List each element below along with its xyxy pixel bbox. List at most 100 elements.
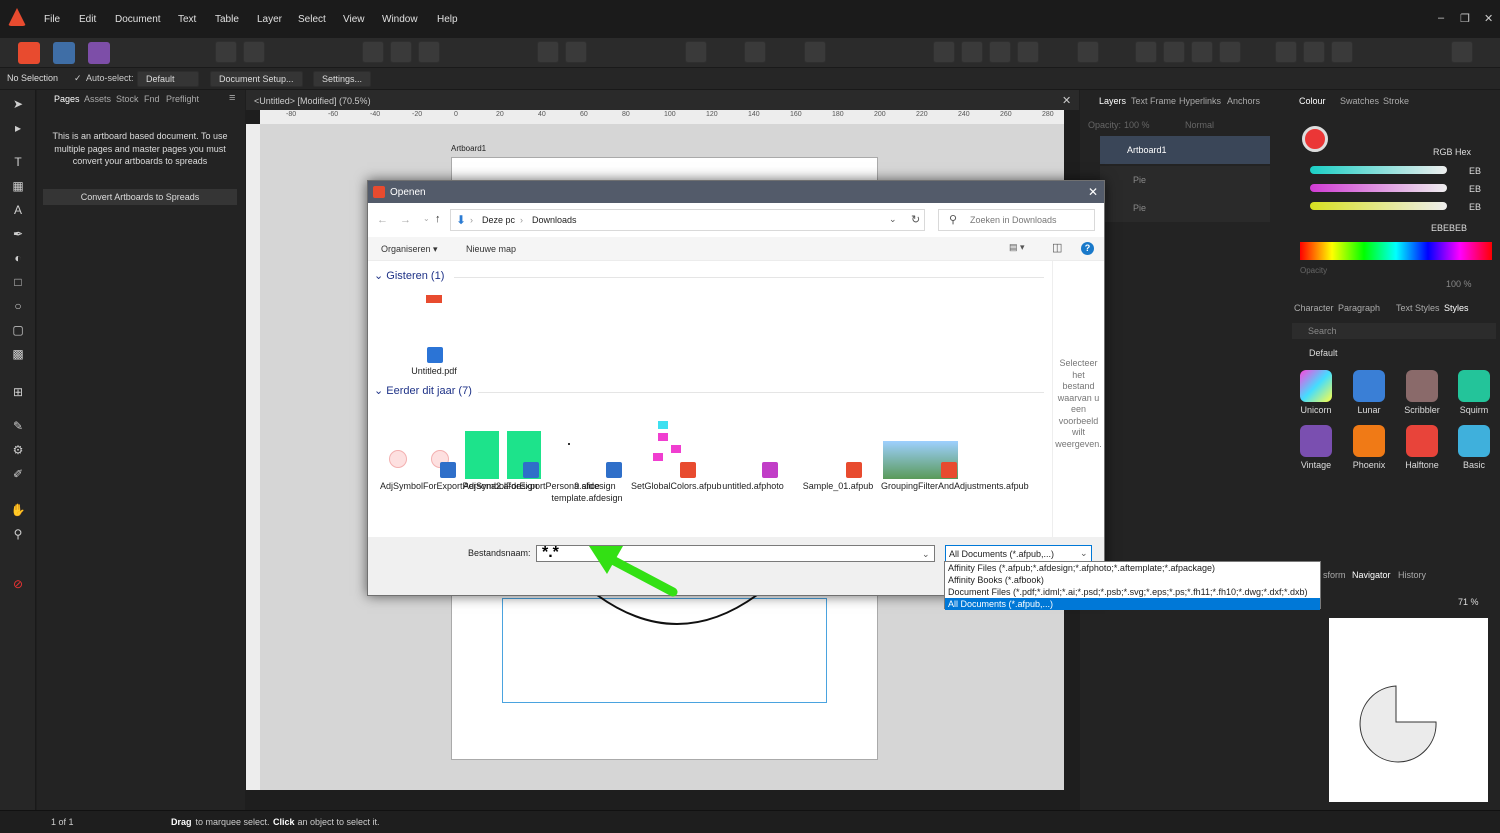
- node-tool-icon[interactable]: ▸: [8, 118, 28, 138]
- tab-assets[interactable]: Assets: [84, 94, 111, 104]
- toolbar-button[interactable]: [1135, 41, 1157, 63]
- color-picker-tool-icon[interactable]: ✐: [8, 464, 28, 484]
- navigator-zoom[interactable]: 71 %: [1458, 597, 1479, 607]
- menu-edit[interactable]: Edit: [79, 14, 96, 25]
- toolbar-button[interactable]: [933, 41, 955, 63]
- style-basic[interactable]: Basic: [1456, 425, 1492, 470]
- pen-tool-icon[interactable]: ✒: [8, 224, 28, 244]
- layer-row-pie[interactable]: Pie: [1100, 194, 1270, 222]
- menu-window[interactable]: Window: [382, 14, 418, 25]
- tab-stroke[interactable]: Stroke: [1383, 96, 1409, 106]
- recent-dropdown-icon[interactable]: ⌄: [423, 214, 430, 223]
- tab-navigator[interactable]: Navigator: [1352, 570, 1391, 580]
- breadcrumb-this-pc[interactable]: Deze pc: [482, 215, 515, 225]
- view-options-icon[interactable]: ▤ ▾: [1009, 242, 1025, 253]
- tab-preflight[interactable]: Preflight: [166, 94, 199, 104]
- menu-view[interactable]: View: [343, 14, 365, 25]
- toolbar-button[interactable]: [565, 41, 587, 63]
- user-icon[interactable]: [1451, 41, 1473, 63]
- auto-select-dropdown[interactable]: Default: [137, 71, 199, 87]
- toolbar-button[interactable]: [1191, 41, 1213, 63]
- file-groupingfilter[interactable]: GroupingFilterAndAdjustments.afpub: [881, 481, 1029, 493]
- preview-pane-icon[interactable]: ◫: [1052, 241, 1062, 254]
- red-value[interactable]: EB: [1469, 166, 1481, 176]
- zoom-tool-icon[interactable]: ⚲: [8, 524, 28, 544]
- style-vintage[interactable]: Vintage: [1298, 425, 1334, 470]
- group-header-yesterday[interactable]: ⌄ Gisteren (1): [374, 269, 444, 282]
- rectangle-tool-icon[interactable]: □: [8, 272, 28, 292]
- blend-mode-dropdown[interactable]: Normal: [1185, 120, 1214, 130]
- tab-history[interactable]: History: [1398, 570, 1426, 580]
- tab-layers[interactable]: Layers: [1099, 96, 1126, 106]
- auto-select-checkbox[interactable]: ✓: [74, 73, 82, 84]
- document-setup-button[interactable]: Document Setup...: [210, 71, 303, 87]
- menu-select[interactable]: Select: [298, 14, 326, 25]
- preflight-icon[interactable]: [243, 41, 265, 63]
- refresh-icon[interactable]: ↻: [911, 213, 920, 226]
- panel-menu-icon[interactable]: ≡: [229, 92, 235, 104]
- tab-anchors[interactable]: Anchors: [1227, 96, 1260, 106]
- artistic-text-tool-icon[interactable]: A: [8, 200, 28, 220]
- file-9-slice-template[interactable]: 9 slice template.afdesign: [547, 481, 627, 504]
- toolbar-button[interactable]: [362, 41, 384, 63]
- filetype-select[interactable]: All Documents (*.afpub,...) ⌄: [945, 545, 1092, 562]
- back-icon[interactable]: ←: [377, 214, 388, 226]
- navigator-preview[interactable]: [1329, 618, 1488, 802]
- toolbar-button[interactable]: [215, 41, 237, 63]
- filetype-option[interactable]: Affinity Files (*.afpub;*.afdesign;*.afp…: [945, 562, 1320, 574]
- fill-tool-icon[interactable]: ✎: [8, 416, 28, 436]
- up-icon[interactable]: ↑: [435, 213, 441, 225]
- group-header-earlier-this-year[interactable]: ⌄ Eerder dit jaar (7): [374, 384, 472, 397]
- picture-frame-tool-icon[interactable]: ▢: [8, 320, 28, 340]
- hex-value[interactable]: EBEBEB: [1431, 223, 1467, 233]
- menu-table[interactable]: Table: [215, 14, 239, 25]
- toolbar-button[interactable]: [1303, 41, 1325, 63]
- forward-icon[interactable]: →: [400, 214, 411, 226]
- transparency-tool-icon[interactable]: ⚙: [8, 440, 28, 460]
- tab-styles[interactable]: Styles: [1444, 303, 1469, 313]
- toolbar-button[interactable]: [1077, 41, 1099, 63]
- crop-tool-icon[interactable]: ⊞: [8, 382, 28, 402]
- toolbar-button[interactable]: [418, 41, 440, 63]
- tab-paragraph[interactable]: Paragraph: [1338, 303, 1380, 313]
- file-adjsymbol[interactable]: AdjSymbolForExportPersona.afdesign: [463, 481, 616, 493]
- filename-dropdown-icon[interactable]: ⌄: [922, 547, 930, 561]
- toolbar-button[interactable]: [1219, 41, 1241, 63]
- tab-character[interactable]: Character: [1294, 303, 1334, 313]
- close-document-icon[interactable]: ✕: [1062, 94, 1071, 107]
- close-icon[interactable]: ✕: [1484, 12, 1493, 25]
- file-sample-01[interactable]: Sample_01.afpub: [798, 481, 878, 493]
- menu-text[interactable]: Text: [178, 14, 196, 25]
- table-tool-icon[interactable]: ▦: [8, 176, 28, 196]
- menu-layer[interactable]: Layer: [257, 14, 282, 25]
- toolbar-button[interactable]: [390, 41, 412, 63]
- dialog-close-icon[interactable]: ✕: [1088, 185, 1098, 199]
- tab-text-styles[interactable]: Text Styles: [1396, 303, 1440, 313]
- style-lunar[interactable]: Lunar: [1351, 370, 1387, 415]
- style-scribbler[interactable]: Scribbler: [1404, 370, 1440, 415]
- address-dropdown-icon[interactable]: ⌄: [889, 214, 897, 225]
- style-halftone[interactable]: Halftone: [1404, 425, 1440, 470]
- document-tab[interactable]: <Untitled> [Modified] (70.5%) ✕: [246, 90, 1079, 110]
- new-folder-button[interactable]: Nieuwe map: [466, 244, 516, 254]
- layer-row-pie[interactable]: Pie: [1100, 166, 1270, 194]
- toolbar-button[interactable]: [961, 41, 983, 63]
- colour-opacity-value[interactable]: 100 %: [1446, 279, 1472, 289]
- filetype-option[interactable]: Document Files (*.pdf;*.idml;*.ai;*.psd;…: [945, 586, 1320, 598]
- style-phoenix[interactable]: Phoenix: [1351, 425, 1387, 470]
- restore-icon[interactable]: ❐: [1460, 12, 1470, 25]
- filetype-option[interactable]: Affinity Books (*.afbook): [945, 574, 1320, 586]
- filetype-option-selected[interactable]: All Documents (*.afpub,...): [945, 598, 1320, 610]
- tab-find[interactable]: Fnd: [144, 94, 160, 104]
- blue-value[interactable]: EB: [1469, 202, 1481, 212]
- snapping-icon[interactable]: [804, 41, 826, 63]
- toolbar-button[interactable]: [1163, 41, 1185, 63]
- toolbar-button[interactable]: [685, 41, 707, 63]
- settings-button[interactable]: Settings...: [313, 71, 372, 87]
- style-squirm[interactable]: Squirm: [1456, 370, 1492, 415]
- tab-text-frame[interactable]: Text Frame: [1131, 96, 1176, 106]
- file-adjsymbol2[interactable]: AdjSymbolForExportPersona2.afdesign: [380, 481, 538, 493]
- designer-persona-icon[interactable]: [53, 42, 75, 64]
- place-tool-icon[interactable]: ▩: [8, 344, 28, 364]
- text-frame-tool-icon[interactable]: T: [8, 152, 28, 172]
